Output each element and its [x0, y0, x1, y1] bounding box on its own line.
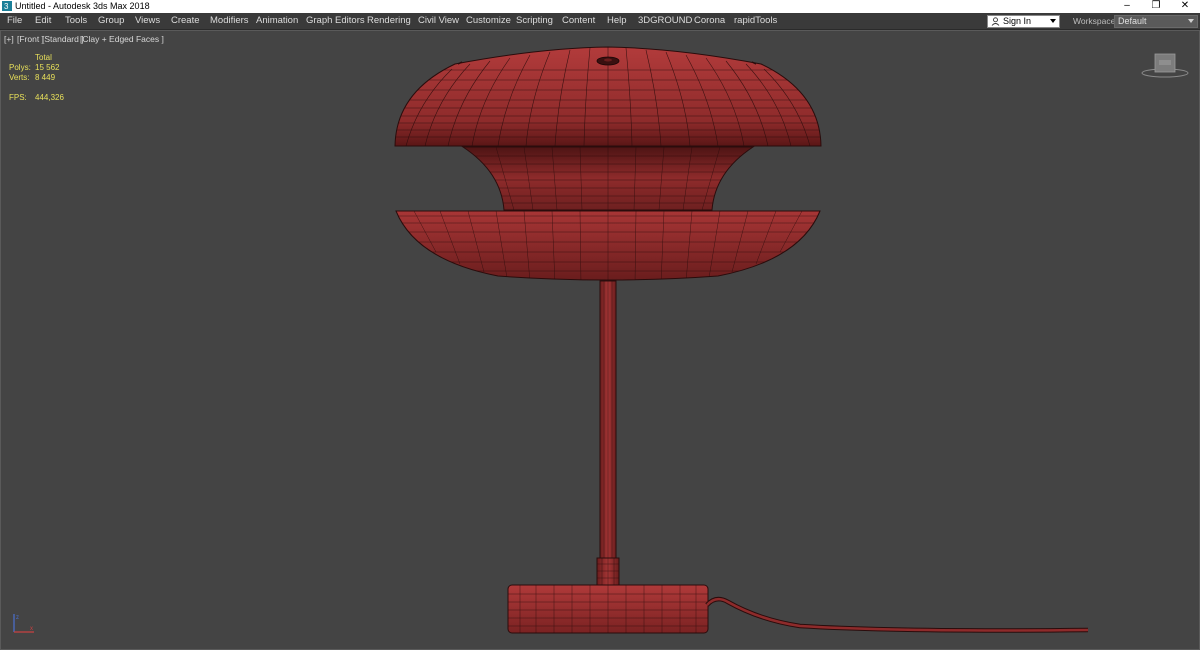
svg-text:x: x	[30, 626, 33, 632]
lamp-cable	[705, 596, 1089, 633]
axis-tripod-icon: z x	[13, 614, 34, 633]
lamp-model[interactable]	[0, 0, 1200, 650]
lamp-base	[507, 584, 709, 634]
lamp-neck	[461, 146, 755, 211]
svg-text:z: z	[16, 615, 19, 621]
lamp-pole	[596, 280, 620, 587]
viewcube[interactable]	[1140, 52, 1190, 80]
lamp-shade	[394, 46, 822, 147]
lamp-dish	[395, 210, 821, 281]
